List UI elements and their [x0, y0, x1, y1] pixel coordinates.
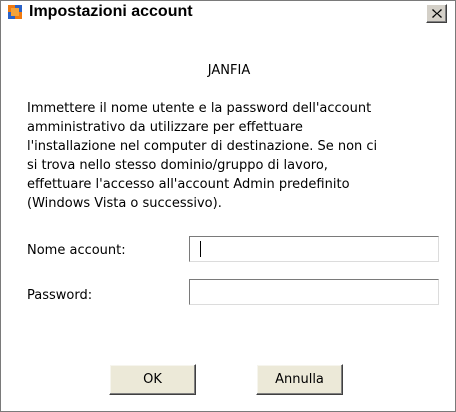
- title-bar[interactable]: Impostazioni account: [1, 1, 455, 24]
- instructions-line: (Windows Vista o successivo).: [27, 196, 222, 211]
- close-icon: [431, 9, 442, 18]
- account-settings-dialog: Impostazioni account JANFIA Immettere il…: [0, 0, 456, 412]
- close-button[interactable]: [426, 4, 447, 23]
- instructions-line: effettuare l'accesso all'account Admin p…: [27, 177, 350, 192]
- window-title: Impostazioni account: [29, 3, 193, 20]
- password-label: Password:: [27, 288, 93, 303]
- text-caret: [200, 241, 201, 257]
- instructions-line: Immettere il nome utente e la password d…: [27, 101, 372, 116]
- account-name-input[interactable]: [189, 236, 439, 262]
- instructions-line: amministrativo da utilizzare per effettu…: [27, 120, 303, 135]
- cancel-button[interactable]: Annulla: [256, 364, 343, 395]
- machine-name: JANFIA: [207, 63, 251, 78]
- instructions-text: Immettere il nome utente e la password d…: [27, 99, 437, 213]
- password-input[interactable]: [189, 279, 439, 305]
- account-name-label: Nome account:: [27, 243, 126, 258]
- app-icon: [7, 4, 23, 20]
- ok-button[interactable]: OK: [109, 364, 196, 395]
- instructions-line: si trova nello stesso dominio/gruppo di …: [27, 158, 328, 173]
- instructions-line: l'installazione nel computer di destinaz…: [27, 139, 378, 154]
